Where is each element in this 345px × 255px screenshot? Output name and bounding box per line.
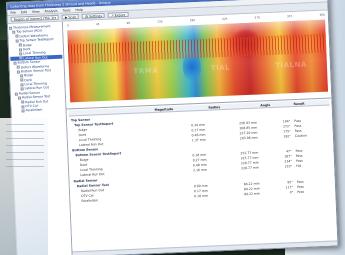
menu-view[interactable]: View xyxy=(32,9,40,13)
expand-node-icon[interactable] xyxy=(16,65,20,69)
scan-button[interactable]: ▶ Scan xyxy=(61,13,80,20)
expand-node-icon[interactable] xyxy=(13,61,17,65)
export-button-label: Export xyxy=(114,12,126,17)
expand-node-icon[interactable] xyxy=(17,96,22,100)
menu-edit[interactable]: Edit xyxy=(21,10,27,14)
tree-item[interactable]: Parallelism xyxy=(12,107,64,114)
glare-line xyxy=(6,124,44,125)
expand-node-icon[interactable] xyxy=(21,109,25,113)
menu-file[interactable]: File xyxy=(10,10,16,14)
table-body: Top Sensor Top Sensor TestReport Bulge 0.34… xyxy=(69,105,333,204)
expand-node-icon[interactable] xyxy=(18,48,23,52)
expand-node-icon[interactable] xyxy=(15,39,19,43)
region-select-label: Region of Interest (Thk 3) xyxy=(13,15,55,22)
expand-node-icon[interactable] xyxy=(20,83,24,87)
workspace: Thickness Measurement Top Sensor (ROI) Def… xyxy=(7,10,338,255)
export-button[interactable]: ↗ Export xyxy=(107,11,129,18)
play-icon: ▶ xyxy=(64,14,68,20)
settings-button[interactable]: ⚙ Settings xyxy=(82,12,106,19)
expand-node-icon[interactable] xyxy=(20,87,24,91)
glare-line xyxy=(6,138,44,139)
glare-line xyxy=(6,166,44,167)
tree-item-label: Parallelism xyxy=(25,107,43,113)
expand-node-icon[interactable] xyxy=(18,43,22,47)
scan-button-label: Scan xyxy=(68,14,77,19)
thickness-heatmap[interactable]: TRMA TIAL TIALNA xyxy=(67,19,329,103)
expand-node-icon[interactable] xyxy=(20,78,24,82)
expand-node-icon[interactable] xyxy=(14,92,18,96)
expand-node-icon[interactable] xyxy=(19,52,23,56)
axis-tick-label: 90 xyxy=(126,20,131,25)
axis-tick-label: 270 xyxy=(254,15,260,20)
glare-line xyxy=(6,159,44,160)
glare-line xyxy=(6,145,44,146)
heatmap-hot-spot xyxy=(229,28,263,59)
expand-node-icon[interactable] xyxy=(21,105,25,109)
table-cell: 0° xyxy=(289,190,294,195)
heatmap-label: TRMA xyxy=(133,67,159,77)
menu-tools[interactable]: Tools xyxy=(63,8,71,12)
expand-node-icon[interactable] xyxy=(21,100,25,104)
expand-node-icon[interactable] xyxy=(9,26,13,30)
table-cell: Pass xyxy=(297,190,305,195)
settings-button-label: Settings xyxy=(88,13,103,19)
heatmap-panel: 0 45 90 135 180 225 270 315 360 TRMA TIAL TIALNA xyxy=(62,10,332,110)
axis-tick-label: 0 xyxy=(66,23,69,28)
glare-line xyxy=(6,152,44,153)
chevron-down-icon: ▾ xyxy=(54,15,57,20)
expand-node-icon[interactable] xyxy=(16,70,20,74)
gear-icon: ⚙ xyxy=(85,14,89,19)
glare-line xyxy=(6,131,44,132)
heatmap-label: TIAL xyxy=(210,63,231,73)
main-panel: 0 45 90 135 180 225 270 315 360 TRMA TIAL TIALNA… xyxy=(62,10,338,255)
expand-node-icon[interactable] xyxy=(12,30,16,34)
axis-tick-label: 135 xyxy=(157,19,163,24)
axis-tick-label: 180 xyxy=(189,18,196,23)
axis-tick-label: 315 xyxy=(286,14,293,19)
table-cell: 84.22 mm xyxy=(244,191,261,197)
axis-tick-label: 225 xyxy=(222,16,228,21)
results-table-panel: Magnitude Radius Angle Result Top Sensor… xyxy=(66,98,338,252)
app-window: Collecting data from Thickness 2 Shroud … xyxy=(6,0,339,255)
expand-node-icon[interactable] xyxy=(19,56,23,60)
expand-node-icon[interactable] xyxy=(20,74,24,78)
results-table: Magnitude Radius Angle Result Top Sensor… xyxy=(68,99,334,205)
axis-tick-label: 45 xyxy=(95,22,100,27)
axis-tick-label: 360 xyxy=(319,12,325,17)
heatmap-label: TIALNA xyxy=(275,60,307,71)
menu-help[interactable]: Help xyxy=(75,7,82,11)
menu-analysis[interactable]: Analysis xyxy=(44,8,57,13)
heatmap-cool-spot xyxy=(181,50,202,84)
export-icon: ↗ xyxy=(110,13,114,18)
table-cell: 0.18 mm xyxy=(194,194,209,199)
expand-node-icon[interactable] xyxy=(15,34,19,39)
glare-overlay xyxy=(0,118,48,255)
region-select[interactable]: Region of Interest (Thk 3) ▾ xyxy=(10,14,60,22)
